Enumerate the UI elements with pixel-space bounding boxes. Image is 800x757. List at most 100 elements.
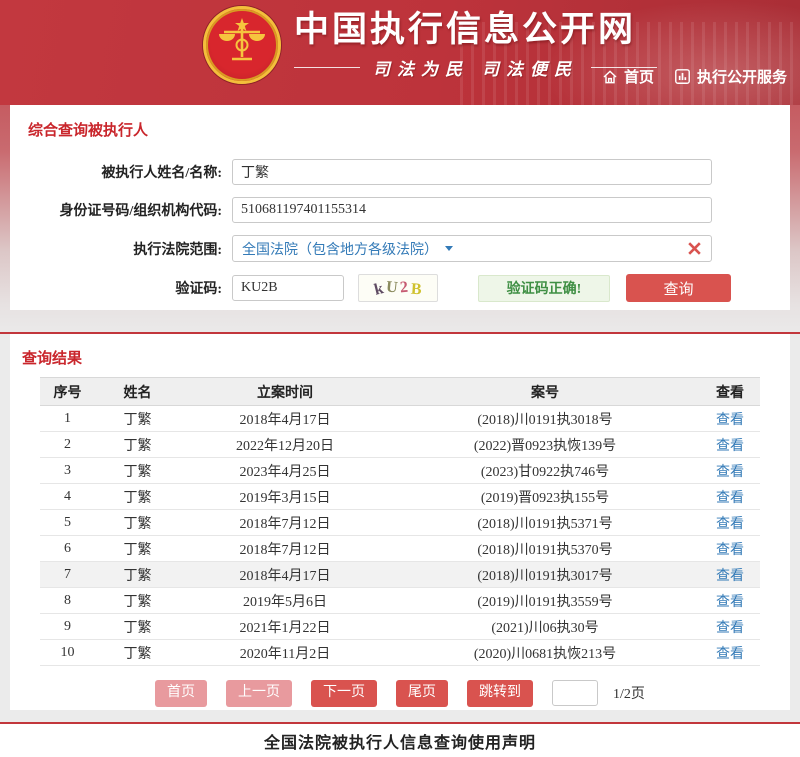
cell-view: 查看: [700, 484, 760, 510]
cell-view: 查看: [700, 562, 760, 588]
view-detail-link[interactable]: 查看: [716, 465, 744, 480]
id-field-row: 身份证号码/组织机构代码:: [10, 197, 790, 223]
next-page-button[interactable]: 下一页: [311, 680, 377, 707]
captcha-field-label: 验证码:: [10, 278, 222, 298]
section-gap: [0, 710, 800, 722]
results-table: 序号 姓名 立案时间 案号 查看 1 丁繁 2018年4月17日 (2018)川…: [40, 377, 760, 666]
results-table-body: 1 丁繁 2018年4月17日 (2018)川0191执3018号 查看 2 丁…: [40, 406, 760, 666]
table-row: 10 丁繁 2020年11月2日 (2020)川0681执恢213号 查看: [40, 640, 760, 666]
cell-view: 查看: [700, 406, 760, 432]
captcha-char: B: [411, 282, 423, 299]
jump-to-button[interactable]: 跳转到: [467, 680, 533, 707]
name-field-label: 被执行人姓名/名称:: [10, 162, 222, 182]
cell-name: 丁繁: [95, 588, 180, 614]
query-section-title: 综合查询被执行人: [28, 119, 790, 140]
cell-index: 10: [40, 640, 95, 666]
cell-name: 丁繁: [95, 484, 180, 510]
cell-view: 查看: [700, 588, 760, 614]
table-row: 9 丁繁 2021年1月22日 (2021)川06执30号 查看: [40, 614, 760, 640]
col-header-case: 案号: [390, 378, 700, 406]
justice-scale-icon: [216, 17, 268, 73]
cell-view: 查看: [700, 432, 760, 458]
cell-case-number: (2018)川0191执5371号: [390, 510, 700, 536]
home-icon: [602, 69, 618, 85]
captcha-char: U: [385, 279, 398, 296]
name-field-row: 被执行人姓名/名称:: [10, 159, 790, 185]
table-row: 8 丁繁 2019年5月6日 (2019)川0191执3559号 查看: [40, 588, 760, 614]
table-row: 6 丁繁 2018年7月12日 (2018)川0191执5370号 查看: [40, 536, 760, 562]
cell-case-number: (2022)晋0923执恢139号: [390, 432, 700, 458]
cell-index: 5: [40, 510, 95, 536]
cell-index: 8: [40, 588, 95, 614]
cell-index: 7: [40, 562, 95, 588]
cell-name: 丁繁: [95, 458, 180, 484]
cell-case-number: (2019)晋0923执155号: [390, 484, 700, 510]
court-field-label: 执行法院范围:: [10, 239, 222, 259]
query-form-card: 综合查询被执行人 被执行人姓名/名称: 身份证号码/组织机构代码: 执行法院范围…: [10, 105, 790, 310]
cell-index: 9: [40, 614, 95, 640]
view-detail-link[interactable]: 查看: [716, 569, 744, 584]
clear-selection-icon[interactable]: [686, 240, 703, 257]
last-page-button[interactable]: 尾页: [396, 680, 448, 707]
jump-page-input[interactable]: [552, 680, 598, 706]
cell-name: 丁繁: [95, 562, 180, 588]
court-scope-select[interactable]: 全国法院（包含地方各级法院）: [232, 235, 712, 262]
cell-case-number: (2018)川0191执3017号: [390, 562, 700, 588]
prev-page-button[interactable]: 上一页: [226, 680, 292, 707]
slogan-left: 司法为民: [373, 55, 469, 80]
cell-filing-date: 2022年12月20日: [180, 432, 390, 458]
table-row: 5 丁繁 2018年7月12日 (2018)川0191执5371号 查看: [40, 510, 760, 536]
table-row: 7 丁繁 2018年4月17日 (2018)川0191执3017号 查看: [40, 562, 760, 588]
cell-filing-date: 2018年7月12日: [180, 536, 390, 562]
table-row: 3 丁繁 2023年4月25日 (2023)甘0922执746号 查看: [40, 458, 760, 484]
view-detail-link[interactable]: 查看: [716, 543, 744, 558]
captcha-image[interactable]: k U 2 B: [358, 274, 438, 302]
slogan-line-left: [294, 67, 360, 68]
col-header-date: 立案时间: [180, 378, 390, 406]
site-title: 中国执行信息公开网: [294, 10, 657, 50]
footer: 全国法院被执行人信息查询使用声明: [0, 724, 800, 757]
captcha-input[interactable]: [232, 275, 344, 301]
view-detail-link[interactable]: 查看: [716, 595, 744, 610]
col-header-index: 序号: [40, 378, 95, 406]
court-emblem-logo: [203, 6, 281, 84]
cell-filing-date: 2018年7月12日: [180, 510, 390, 536]
id-number-input[interactable]: [232, 197, 712, 223]
top-nav: 首页 执行公开服务: [602, 66, 787, 87]
section-gap: [0, 310, 800, 332]
cell-case-number: (2020)川0681执恢213号: [390, 640, 700, 666]
table-row: 2 丁繁 2022年12月20日 (2022)晋0923执恢139号 查看: [40, 432, 760, 458]
footer-statement-title: 全国法院被执行人信息查询使用声明: [264, 729, 536, 753]
search-button[interactable]: 查询: [626, 274, 731, 302]
cell-case-number: (2018)川0191执5370号: [390, 536, 700, 562]
view-detail-link[interactable]: 查看: [716, 491, 744, 506]
view-detail-link[interactable]: 查看: [716, 413, 744, 428]
cell-view: 查看: [700, 640, 760, 666]
cell-view: 查看: [700, 614, 760, 640]
cell-filing-date: 2023年4月25日: [180, 458, 390, 484]
view-detail-link[interactable]: 查看: [716, 647, 744, 662]
results-card: 查询结果 序号 姓名 立案时间 案号 查看 1 丁繁 2018年4月17日 (2…: [10, 334, 790, 710]
view-detail-link[interactable]: 查看: [716, 621, 744, 636]
bar-chart-icon: [674, 68, 691, 85]
captcha-char: 2: [400, 280, 409, 297]
cell-view: 查看: [700, 458, 760, 484]
cell-name: 丁繁: [95, 406, 180, 432]
nav-home-link[interactable]: 首页: [602, 66, 654, 87]
nav-service-link[interactable]: 执行公开服务: [674, 66, 787, 87]
view-detail-link[interactable]: 查看: [716, 517, 744, 532]
table-row: 1 丁繁 2018年4月17日 (2018)川0191执3018号 查看: [40, 406, 760, 432]
cell-case-number: (2019)川0191执3559号: [390, 588, 700, 614]
cell-name: 丁繁: [95, 614, 180, 640]
cell-view: 查看: [700, 510, 760, 536]
table-row: 4 丁繁 2019年3月15日 (2019)晋0923执155号 查看: [40, 484, 760, 510]
col-header-name: 姓名: [95, 378, 180, 406]
name-input[interactable]: [232, 159, 712, 185]
first-page-button[interactable]: 首页: [155, 680, 207, 707]
court-field-row: 执行法院范围: 全国法院（包含地方各级法院）: [10, 235, 790, 262]
cell-case-number: (2021)川06执30号: [390, 614, 700, 640]
page-indicator: 1/2页: [613, 683, 645, 703]
view-detail-link[interactable]: 查看: [716, 439, 744, 454]
id-field-label: 身份证号码/组织机构代码:: [10, 200, 222, 220]
cell-case-number: (2018)川0191执3018号: [390, 406, 700, 432]
